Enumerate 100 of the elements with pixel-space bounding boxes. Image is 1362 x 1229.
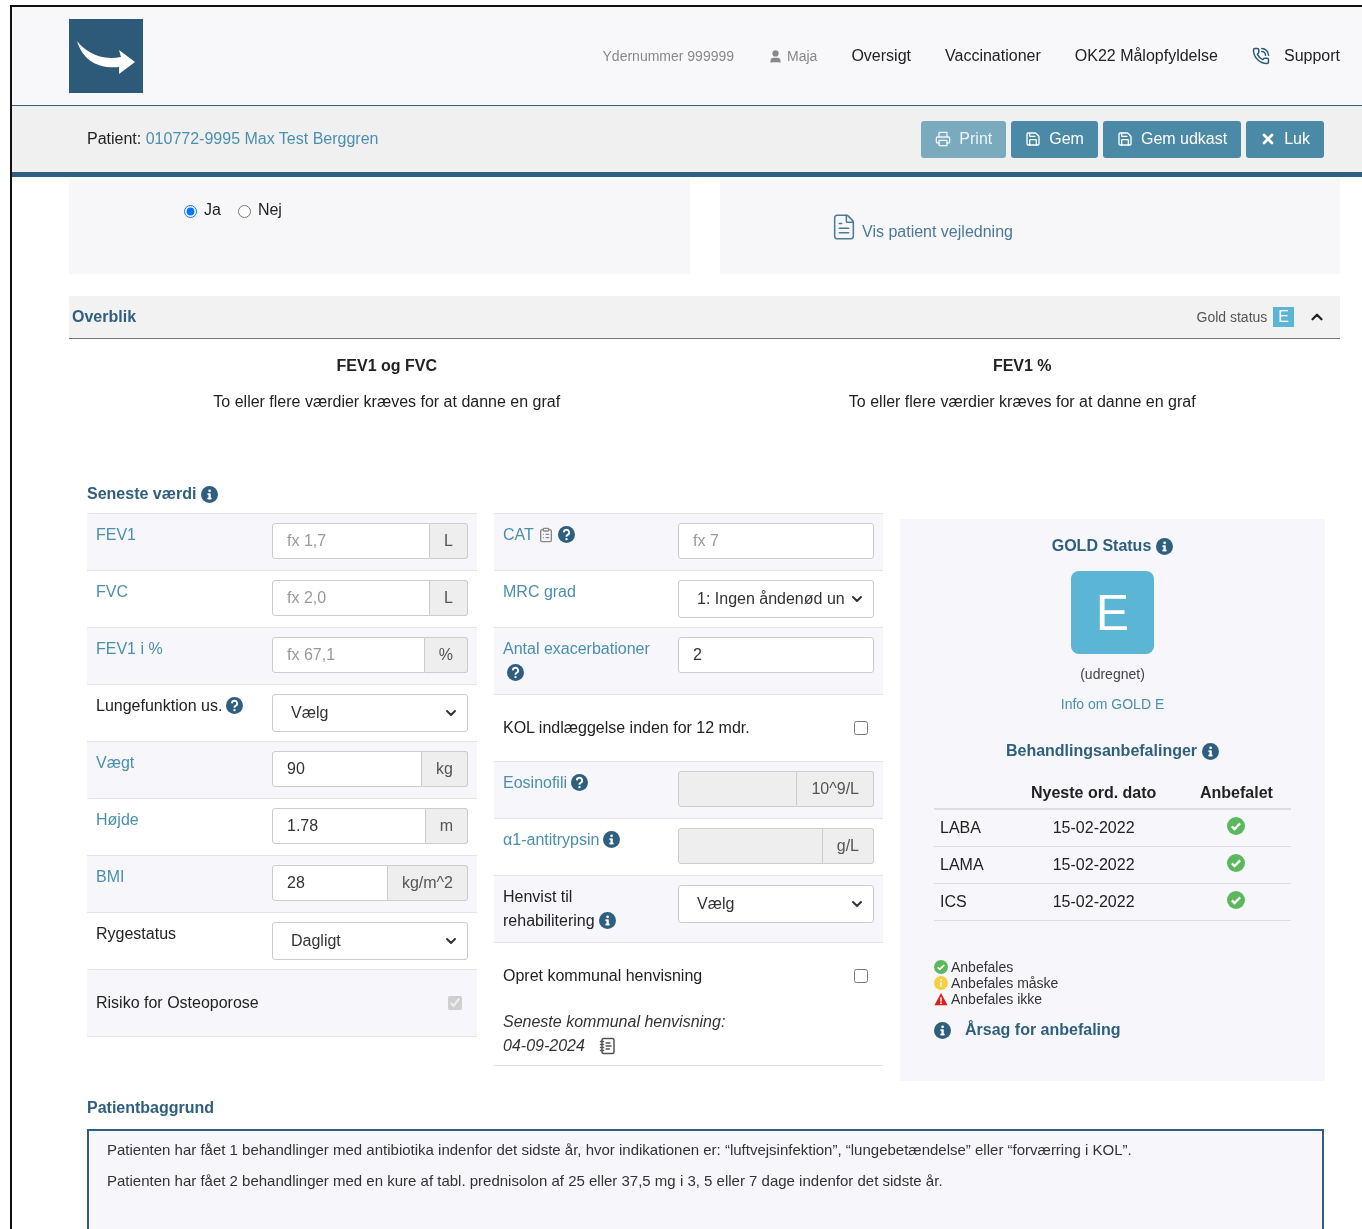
input-field[interactable]: 1.78 (272, 808, 426, 844)
unit-addon: kg (422, 751, 468, 787)
input-field[interactable]: fx 1,7 (272, 523, 431, 559)
info-icon (1156, 537, 1174, 555)
guide-link[interactable]: Vis patient vejledning (830, 213, 1340, 241)
input-field[interactable]: fx 2,0 (272, 580, 431, 616)
field-label: MRC grad (503, 582, 577, 602)
unit-addon: L (430, 523, 468, 559)
radio-label: Ja (204, 201, 221, 219)
field-label: α1-antitrypsin (503, 828, 661, 852)
field-label: FEV1 (96, 525, 137, 545)
section-title: Seneste værdi (87, 485, 197, 503)
info-icon (934, 976, 948, 990)
table-cell: 15-02-2022 (1005, 846, 1182, 884)
nav-link[interactable]: Support (1251, 47, 1340, 65)
logo[interactable] (69, 19, 143, 93)
chart-message: To eller flere værdier kræves for at danne en graf (848, 393, 1196, 411)
field-label: Vægt (96, 753, 136, 773)
unit-addon: m (425, 808, 468, 844)
field-label: Risiko for Osteoporose (96, 993, 259, 1013)
status-label: Gold status (1196, 309, 1268, 325)
toolbar-button[interactable]: Gem udkast (1102, 120, 1242, 158)
field-label: CAT (503, 523, 661, 547)
warning-icon (934, 992, 948, 1006)
document-icon[interactable] (598, 1037, 617, 1055)
field-label: Lungefunktion us. (96, 694, 254, 718)
dropdown[interactable]: 1: Ingen åndenød un (678, 580, 874, 618)
field-label: FEV1 i % (96, 639, 164, 659)
section-title: Overblik (72, 308, 137, 326)
dropdown[interactable]: Vælg (678, 885, 874, 923)
unit-addon: % (424, 637, 468, 673)
field-label: Eosinofili (503, 771, 661, 795)
field-label: KOL indlæggelse inden for 12 mdr. (503, 718, 750, 738)
unit-addon: kg/m^2 (387, 865, 468, 901)
check-icon (934, 960, 948, 974)
unit-addon: L (430, 580, 468, 616)
table-cell: 15-02-2022 (1005, 809, 1182, 847)
background-text: Patienten har fået 1 behandlinger med antibiotika indenfor det sidste år, hvor indikationen er: “luftvejsinfektion”, “lungebetændelse” eller “forværring i KOL”. (107, 1141, 1133, 1158)
nav-link[interactable]: OK22 Målopfyldelse (1074, 47, 1218, 65)
field-label: Højde (96, 810, 140, 830)
legend-label: Anbefales ikke (951, 991, 1043, 1007)
input-field[interactable]: 2 (678, 637, 874, 673)
column-header: Anbefalet (1181, 778, 1291, 809)
field-label: BMI (96, 867, 126, 887)
background-text: Patienten har fået 2 behandlinger med en kure af tabl. prednisolon af 25 eller 37,5 mg i 3, 5 eller 7 dage indenfor det sidste år. (107, 1172, 944, 1189)
field-label: Henvist til rehabilitering (503, 885, 661, 933)
checkbox[interactable] (854, 969, 868, 983)
section-title: Patientbaggrund (87, 1099, 216, 1117)
nav-link[interactable]: Oversigt (851, 47, 911, 65)
toolbar-button[interactable]: Gem (1011, 120, 1098, 158)
provider-number: Ydernummer 999999 (602, 48, 735, 64)
chart-message: To eller flere værdier kræves for at danne en graf (213, 393, 561, 411)
chart-title: FEV1 % (992, 357, 1052, 375)
note-text: Seneste kommunal henvisning: (503, 1013, 727, 1031)
table-cell: LABA (934, 809, 1006, 847)
field-label: Opret kommunal henvisning (503, 966, 703, 986)
field-label: Antal exacerbationer (503, 637, 661, 685)
clipboard-icon[interactable] (537, 527, 554, 543)
check-icon (1227, 854, 1246, 872)
chart-title: FEV1 og FVC (336, 357, 437, 375)
field-label: FVC (96, 582, 129, 602)
check-icon (1227, 817, 1246, 835)
checkbox[interactable] (854, 721, 868, 735)
phone-icon (1251, 47, 1270, 65)
user-icon (768, 48, 784, 64)
radio-button[interactable] (237, 205, 251, 218)
input-field[interactable]: 90 (272, 751, 423, 787)
note-date: 04-09-2024 (503, 1037, 585, 1055)
info-icon (934, 1021, 951, 1039)
info-icon (1202, 742, 1220, 760)
input-field[interactable]: fx 7 (678, 523, 874, 559)
legend-label: Anbefales måske (951, 975, 1059, 991)
dropdown[interactable]: Vælg (272, 694, 468, 732)
nav-link[interactable]: Vaccinationer (945, 47, 1041, 65)
unit-addon: 10^9/L (797, 771, 874, 807)
input-field[interactable]: 28 (272, 865, 388, 901)
input-field[interactable]: fx 67,1 (272, 637, 425, 673)
info-icon (201, 485, 219, 503)
dropdown[interactable]: Dagligt (272, 922, 468, 960)
radio-button[interactable] (184, 205, 197, 218)
field-label: Rygestatus (96, 924, 178, 944)
grade-tile: E (1071, 571, 1154, 654)
unit-addon: g/L (822, 828, 874, 864)
toolbar-button[interactable]: Luk (1246, 120, 1324, 158)
grade-badge: E (1273, 307, 1294, 327)
panel-title: Behandlingsanbefalinger (1005, 742, 1198, 760)
reason-link[interactable]: Årsag for anbefaling (965, 1021, 1121, 1039)
check-icon (1227, 891, 1246, 909)
patient-label: Patient: (87, 130, 142, 147)
grade-note: (udregnet) (1080, 666, 1145, 682)
legend-label: Anbefales (951, 959, 1014, 975)
save-icon (1025, 131, 1042, 147)
printer-icon (935, 131, 952, 147)
table-cell: LAMA (934, 846, 1006, 884)
save-icon (1116, 131, 1133, 147)
column-header: Nyeste ord. dato (1005, 778, 1182, 809)
radio-label: Nej (257, 201, 282, 219)
table-cell: ICS (934, 883, 1006, 921)
panel-title: GOLD Status (1051, 537, 1152, 555)
table-cell: 15-02-2022 (1005, 883, 1182, 921)
